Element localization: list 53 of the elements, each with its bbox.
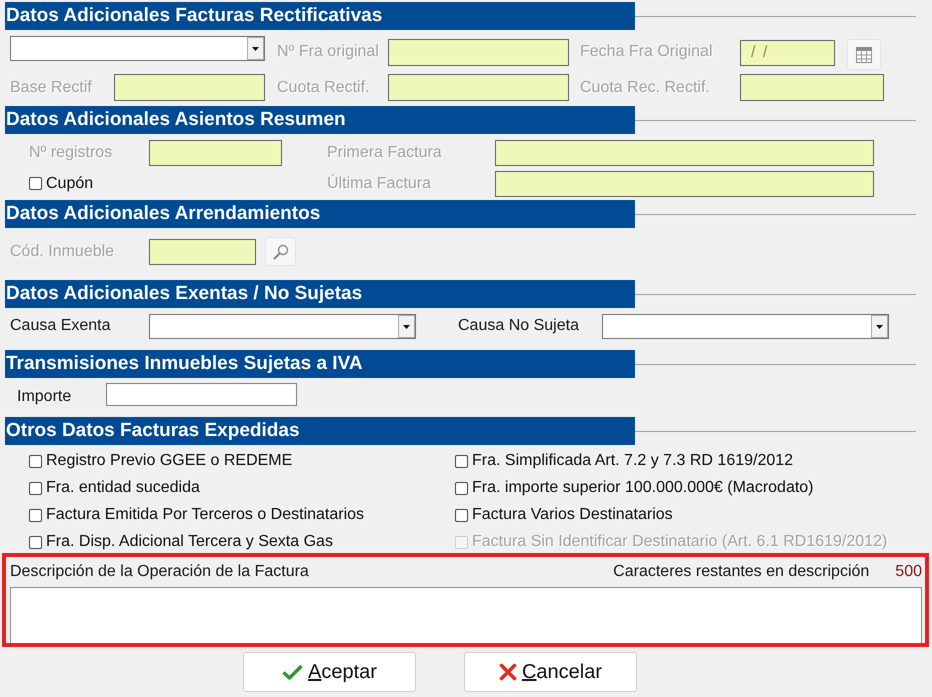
dropdown[interactable] xyxy=(10,36,265,61)
description-textarea[interactable] xyxy=(10,587,922,643)
check-icon xyxy=(282,664,304,680)
calendar-button[interactable] xyxy=(847,39,881,70)
dropdown[interactable] xyxy=(149,314,416,338)
dropdown[interactable] xyxy=(602,314,889,338)
section-header: Datos Adicionales Facturas Rectificativas xyxy=(5,2,635,30)
checkbox-option[interactable]: Factura Emitida Por Terceros o Destinatarios xyxy=(29,506,364,524)
field-label: Base Rectif xyxy=(10,78,92,96)
field-label: Causa Exenta xyxy=(10,317,111,335)
field-label: Fecha Fra Original xyxy=(580,43,712,61)
checkbox-option[interactable]: Fra. entidad sucedida xyxy=(29,479,200,497)
checkbox[interactable] xyxy=(455,482,468,494)
checkbox-option[interactable]: Registro Previo GGEE o REDEME xyxy=(29,452,292,470)
checkbox-option[interactable]: Fra. importe superior 100.000.000€ (Macrodato) xyxy=(455,479,814,497)
checkbox[interactable] xyxy=(29,454,42,468)
section-header: Datos Adicionales Arrendamientos xyxy=(5,200,635,228)
checkbox-option[interactable]: Fra. Disp. Adicional Tercera y Sexta Gas xyxy=(29,533,333,551)
caret-icon[interactable] xyxy=(398,314,415,338)
checkbox[interactable] xyxy=(455,508,468,522)
calendar-icon xyxy=(856,46,872,62)
checkbox[interactable] xyxy=(29,536,42,548)
field-label: Última Factura xyxy=(327,174,432,192)
field-label: Primera Factura xyxy=(327,144,442,162)
checkbox-option[interactable]: Fra. Simplificada Art. 7.2 y 7.3 RD 1619/2012 xyxy=(455,452,794,470)
checkbox[interactable] xyxy=(29,482,42,494)
field-label: Cuota Rectif. xyxy=(277,78,370,96)
cross-icon xyxy=(498,663,517,681)
field-label: Cód. Inmueble xyxy=(10,242,114,260)
field-label: Importe xyxy=(17,386,72,406)
field-label: Cuota Rec. Rectif. xyxy=(580,78,710,96)
accept-button[interactable]: Aceptar xyxy=(243,652,416,692)
character-count: 500 xyxy=(895,563,922,581)
field-label: Nº registros xyxy=(29,144,112,162)
caret-icon[interactable] xyxy=(247,37,264,60)
counter-label: Caracteres restantes en descripción xyxy=(613,563,870,581)
section-header: Datos Adicionales Exentas / No Sujetas xyxy=(5,280,635,308)
section-header: Transmisiones Inmuebles Sujetas a IVA xyxy=(5,350,635,378)
checkbox-option[interactable]: Cupón xyxy=(29,174,94,192)
input-field[interactable] xyxy=(106,382,297,406)
description-label: Descripción de la Operación de la Factura xyxy=(10,563,309,581)
caret-icon[interactable] xyxy=(871,314,888,338)
checkbox[interactable] xyxy=(29,508,42,522)
field-label: Causa No Sujeta xyxy=(458,317,579,335)
search-icon xyxy=(272,244,288,260)
checkbox[interactable] xyxy=(455,454,468,468)
field-label: Nº Fra original xyxy=(277,43,379,61)
checkbox[interactable] xyxy=(29,177,42,190)
checkbox-option[interactable]: Factura Varios Destinatarios xyxy=(455,506,673,524)
search-button[interactable] xyxy=(265,237,296,266)
section-header: Otros Datos Facturas Expedidas xyxy=(5,417,635,445)
cancel-button[interactable]: Cancelar xyxy=(464,652,637,692)
section-header: Datos Adicionales Asientos Resumen xyxy=(5,106,635,134)
